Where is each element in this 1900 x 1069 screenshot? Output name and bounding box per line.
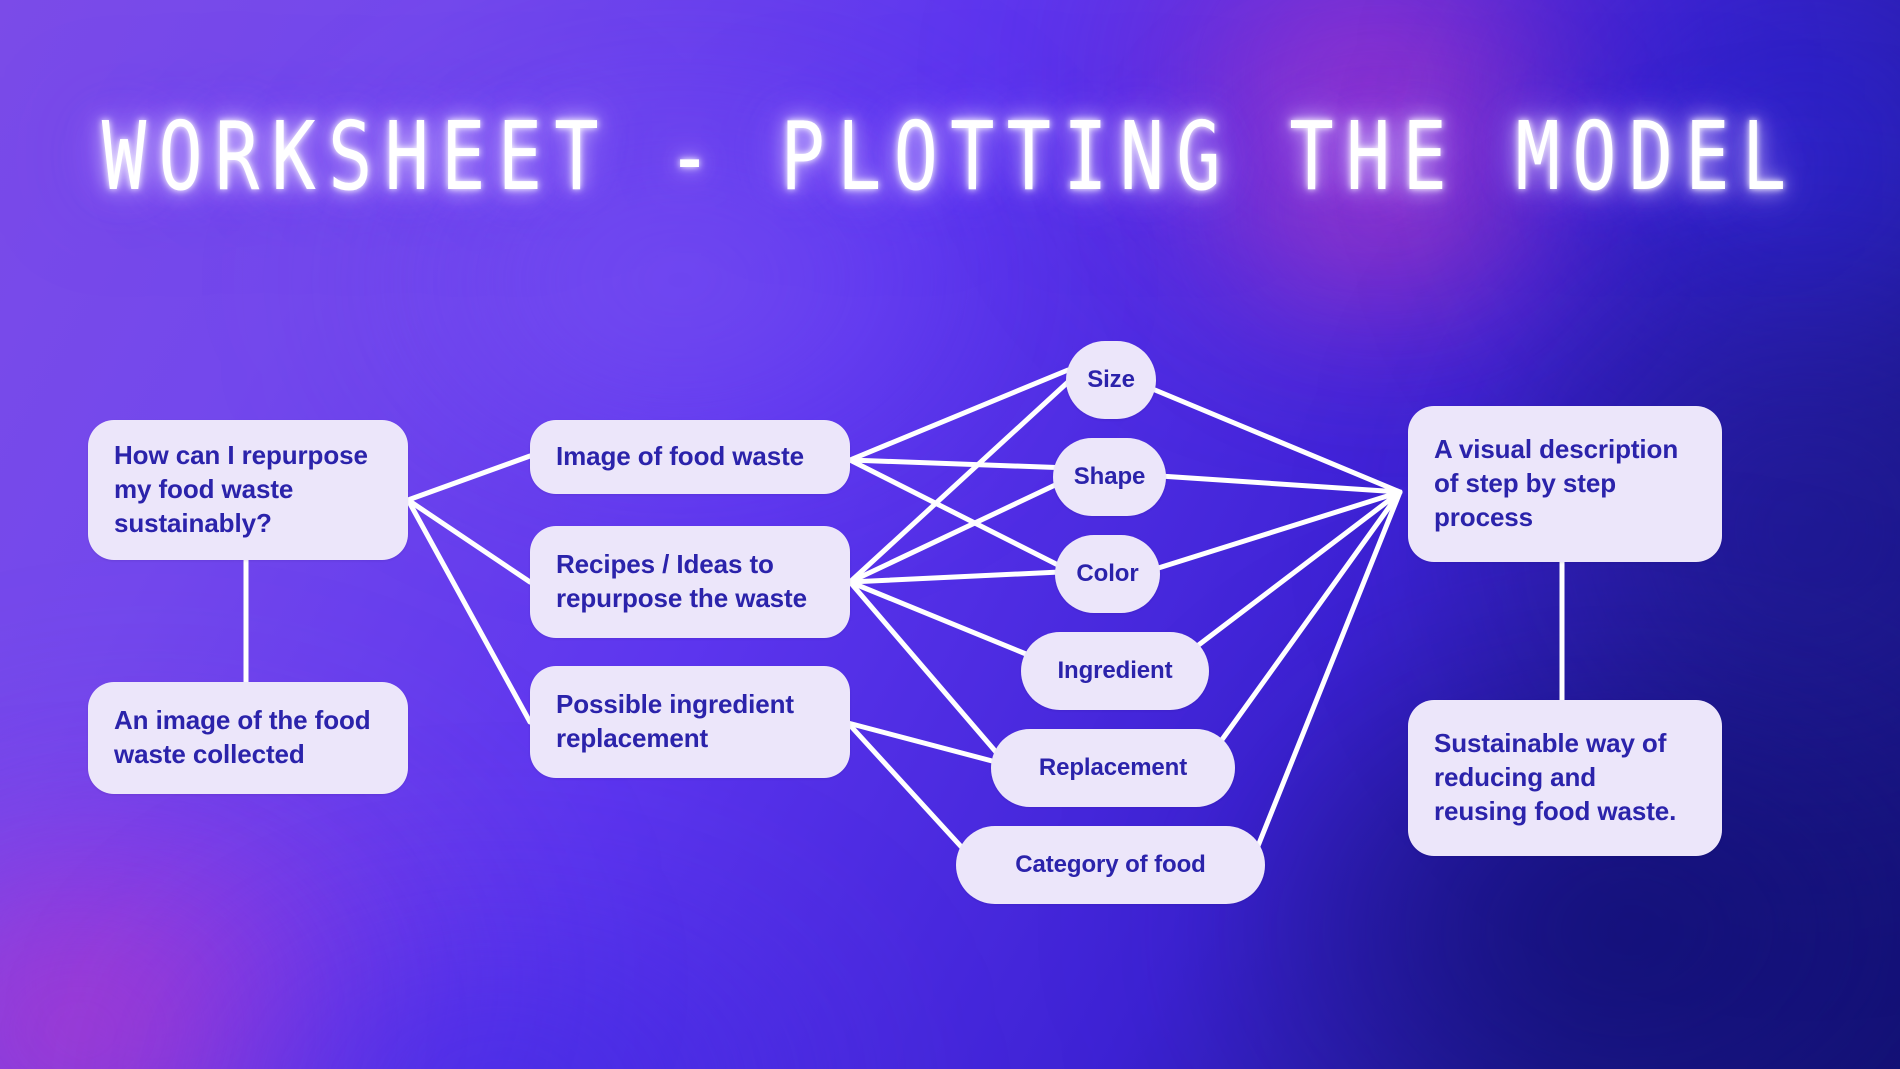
node-recipes-ideas[interactable]: Recipes / Ideas to repurpose the waste [530, 526, 850, 638]
node-label: Image of food waste [556, 441, 805, 472]
node-ingredient[interactable]: Ingredient [1021, 632, 1209, 710]
node-label: Category of food [1015, 850, 1206, 878]
node-size[interactable]: Size [1066, 341, 1156, 419]
node-possible-ingredient-replacement[interactable]: Possible ingredient replacement [530, 666, 850, 778]
edge-n4-n8 [847, 569, 1063, 585]
edge-n10-n12 [1213, 489, 1403, 751]
edge-n1-n3 [405, 453, 533, 503]
node-color[interactable]: Color [1055, 535, 1160, 613]
edge-n5-n11 [845, 720, 969, 855]
node-category-of-food[interactable]: Category of food [956, 826, 1265, 904]
node-label: Ingredient [1057, 656, 1173, 684]
node-label: Recipes / Ideas to repurpose the waste [556, 549, 807, 613]
node-label: Shape [1073, 462, 1146, 490]
node-replacement[interactable]: Replacement [991, 729, 1235, 807]
node-visual-description[interactable]: A visual description of step by step pro… [1408, 406, 1722, 562]
node-an-image-of-food-waste-collected[interactable]: An image of the food waste collected [88, 682, 408, 794]
edge-n1-n4 [405, 497, 533, 585]
edge-n8-n12 [1149, 489, 1403, 573]
edge-n4-n7 [847, 475, 1073, 585]
edge-n1-n5 [405, 497, 533, 725]
node-label: A visual description of step by step pro… [1434, 434, 1679, 532]
node-how-can-i-repurpose[interactable]: How can I repurpose my food waste sustai… [88, 420, 408, 560]
edge-n4-n10 [847, 579, 999, 755]
edge-n4-n9 [847, 579, 1029, 657]
edge-n3-n7 [847, 457, 1073, 471]
node-label: Color [1076, 559, 1139, 587]
node-image-of-food-waste[interactable]: Image of food waste [530, 420, 850, 494]
node-label: Replacement [1038, 753, 1188, 781]
node-sustainable-way[interactable]: Sustainable way of reducing and reusing … [1408, 700, 1722, 856]
node-label: Possible ingredient replacement [556, 689, 794, 753]
node-label: Sustainable way of reducing and reusing … [1434, 728, 1677, 826]
node-label: How can I repurpose my food waste sustai… [114, 440, 368, 538]
node-label: An image of the food waste collected [114, 705, 371, 769]
worksheet-canvas: WORKSHEET - PLOTTING THE MODEL How can I… [0, 0, 1900, 1069]
node-shape[interactable]: Shape [1053, 438, 1166, 516]
flow-diagram: How can I repurpose my food waste sustai… [0, 0, 1900, 1069]
node-label: Size [1087, 365, 1135, 393]
